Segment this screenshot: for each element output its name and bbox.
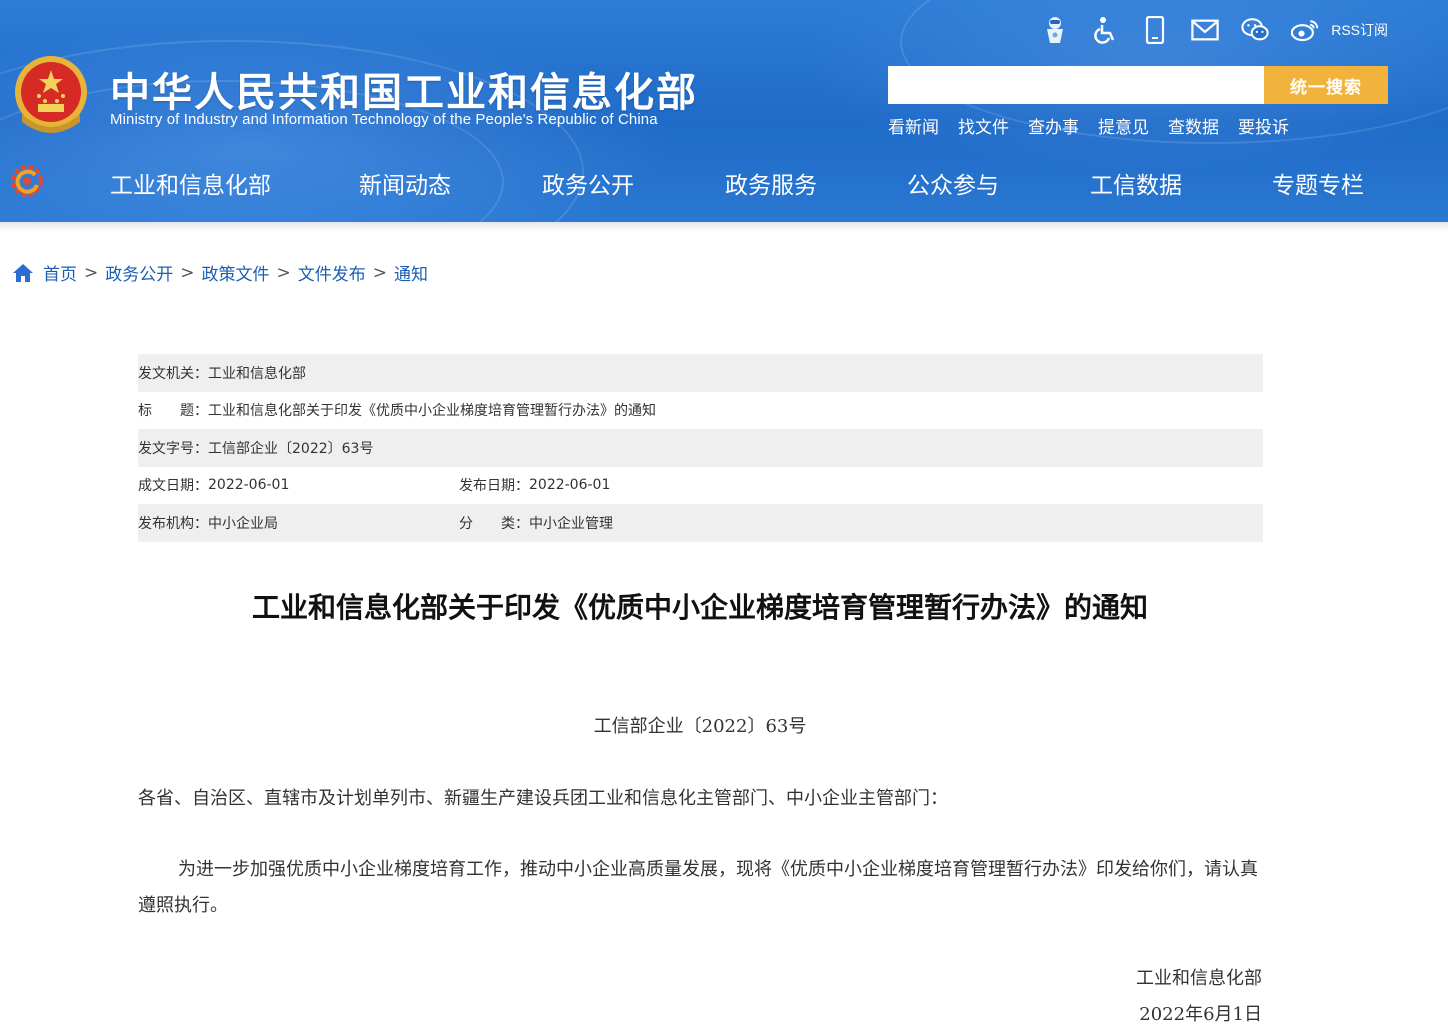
quick-link-services[interactable]: 查办事 bbox=[1028, 113, 1079, 138]
written-date-value: 2022-06-01 bbox=[208, 477, 290, 494]
nav-ministry[interactable]: 工业和信息化部 bbox=[110, 166, 271, 200]
breadcrumb-notice[interactable]: 通知 bbox=[394, 260, 428, 285]
accessibility-icon[interactable] bbox=[1091, 16, 1119, 44]
article-addressee: 各省、自治区、直辖市及计划单列市、新疆生产建设兵团工业和信息化主管部门、中小企业… bbox=[138, 788, 948, 809]
national-emblem-icon[interactable] bbox=[12, 54, 90, 134]
robot-assistant-icon[interactable] bbox=[1041, 16, 1069, 44]
meta-row-doc-number: 发文字号： 工信部企业〔2022〕63号 bbox=[138, 429, 1263, 467]
quick-links: 看新闻 找文件 查办事 提意见 查数据 要投诉 bbox=[888, 113, 1289, 138]
nav-government-services[interactable]: 政务服务 bbox=[725, 166, 817, 200]
site-header: 中华人民共和国工业和信息化部 Ministry of Industry and … bbox=[0, 0, 1448, 222]
breadcrumb-separator: > bbox=[372, 262, 387, 283]
meta-row-title: 标 题： 工业和信息化部关于印发《优质中小企业梯度培育管理暂行办法》的通知 bbox=[138, 392, 1263, 430]
meta-row-dates: 成文日期： 2022-06-01 发布日期： 2022-06-01 bbox=[138, 467, 1263, 505]
header-shadow bbox=[0, 222, 1448, 232]
breadcrumb-separator: > bbox=[276, 262, 291, 283]
signature-organization: 工业和信息化部 bbox=[1136, 968, 1262, 989]
rss-subscribe-link[interactable]: RSS订阅 bbox=[1331, 20, 1388, 40]
article-title: 工业和信息化部关于印发《优质中小企业梯度培育管理暂行办法》的通知 bbox=[251, 591, 1148, 624]
nav-data[interactable]: 工信数据 bbox=[1090, 166, 1182, 200]
nav-special-topics[interactable]: 专题专栏 bbox=[1272, 166, 1364, 200]
title-value: 工业和信息化部关于印发《优质中小企业梯度培育管理暂行办法》的通知 bbox=[208, 403, 656, 420]
publish-date-label: 发布日期： bbox=[459, 478, 529, 495]
mobile-icon[interactable] bbox=[1141, 16, 1169, 44]
written-date-label: 成文日期： bbox=[138, 478, 208, 495]
article-doc-number: 工信部企业〔2022〕63号 bbox=[593, 716, 807, 737]
utility-toolbar: RSS订阅 bbox=[1041, 14, 1388, 46]
nav-government-affairs[interactable]: 政务公开 bbox=[542, 166, 634, 200]
breadcrumb-document-release[interactable]: 文件发布 bbox=[298, 260, 366, 285]
publisher-label: 发布机构： bbox=[138, 515, 208, 532]
quick-link-news[interactable]: 看新闻 bbox=[888, 113, 939, 138]
breadcrumb-government-affairs[interactable]: 政务公开 bbox=[105, 260, 173, 285]
issuer-label: 发文机关： bbox=[138, 365, 208, 382]
mail-icon[interactable] bbox=[1191, 16, 1219, 44]
search-input[interactable] bbox=[888, 66, 1264, 104]
meta-row-publisher: 发布机构： 中小企业局 分 类： 中小企业管理 bbox=[138, 504, 1263, 542]
site-title[interactable]: 中华人民共和国工业和信息化部 bbox=[110, 60, 698, 118]
nav-news[interactable]: 新闻动态 bbox=[359, 166, 451, 200]
breadcrumb-separator: > bbox=[180, 262, 195, 283]
unified-search-button[interactable]: 统一搜索 bbox=[1264, 66, 1388, 104]
article-body-paragraph: 为进一步加强优质中小企业梯度培育工作，推动中小企业高质量发展，现将《优质中小企业… bbox=[138, 859, 1258, 916]
publish-date-value: 2022-06-01 bbox=[529, 477, 611, 494]
signature-date: 2022年6月1日 bbox=[1139, 1004, 1262, 1025]
breadcrumb: 首页 > 政务公开 > 政策文件 > 文件发布 > 通知 bbox=[12, 260, 428, 285]
doc-number-value: 工信部企业〔2022〕63号 bbox=[208, 440, 374, 457]
quick-link-feedback[interactable]: 提意见 bbox=[1098, 113, 1149, 138]
weibo-icon[interactable] bbox=[1291, 16, 1319, 44]
category-label: 分 类： bbox=[459, 515, 529, 532]
quick-link-data[interactable]: 查数据 bbox=[1168, 113, 1219, 138]
issuer-value: 工业和信息化部 bbox=[208, 365, 306, 382]
home-icon[interactable] bbox=[12, 263, 34, 283]
category-value: 中小企业管理 bbox=[529, 515, 613, 532]
nav-public-participation[interactable]: 公众参与 bbox=[907, 166, 999, 200]
quick-link-complaint[interactable]: 要投诉 bbox=[1238, 113, 1289, 138]
breadcrumb-policy-documents[interactable]: 政策文件 bbox=[202, 260, 270, 285]
document-metadata-table: 发文机关： 工业和信息化部 标 题： 工业和信息化部关于印发《优质中小企业梯度培… bbox=[138, 354, 1263, 542]
breadcrumb-separator: > bbox=[84, 262, 99, 283]
site-subtitle: Ministry of Industry and Information Tec… bbox=[110, 111, 658, 128]
wechat-icon[interactable] bbox=[1241, 16, 1269, 44]
main-navigation: 工业和信息化部 新闻动态 政务公开 政务服务 公众参与 工信数据 专题专栏 bbox=[0, 160, 1448, 204]
doc-number-label: 发文字号： bbox=[138, 440, 208, 457]
meta-row-issuer: 发文机关： 工业和信息化部 bbox=[138, 354, 1263, 392]
breadcrumb-home[interactable]: 首页 bbox=[43, 260, 77, 285]
title-label: 标 题： bbox=[138, 403, 208, 420]
publisher-value: 中小企业局 bbox=[208, 515, 278, 532]
quick-link-documents[interactable]: 找文件 bbox=[958, 113, 1009, 138]
